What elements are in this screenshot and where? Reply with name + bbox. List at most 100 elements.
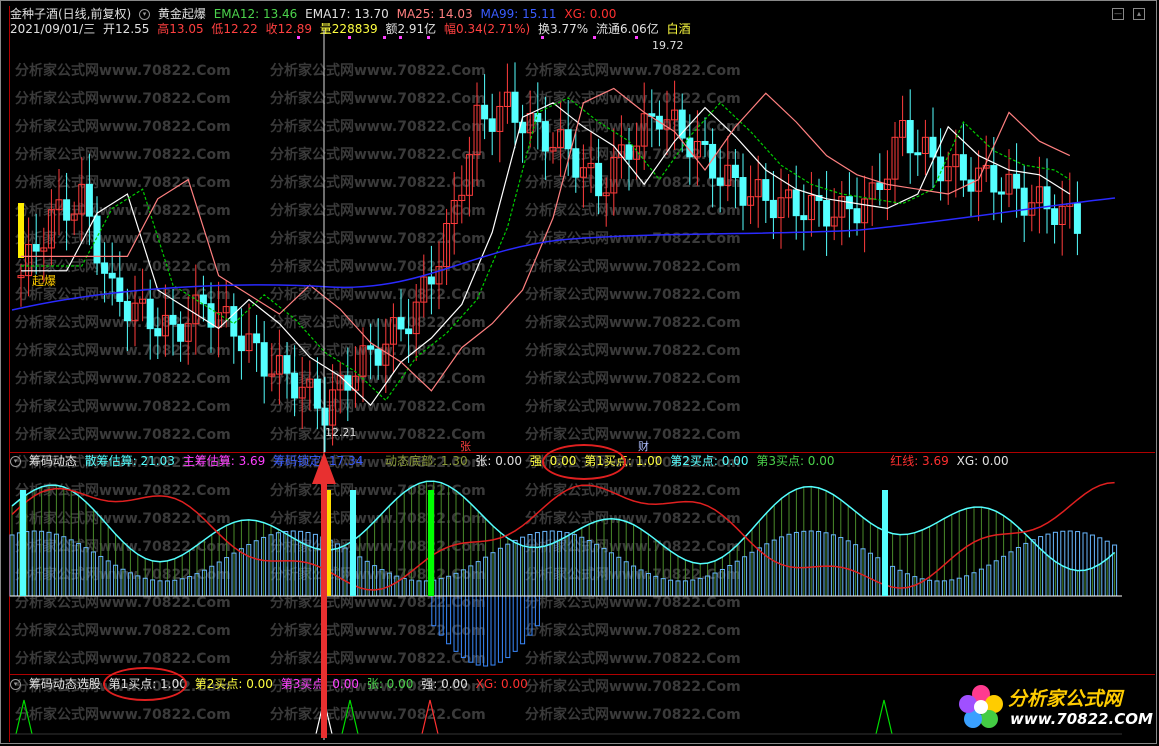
candle-body	[260, 342, 268, 377]
candle-body	[169, 314, 177, 325]
qibao-label: 起爆	[32, 274, 57, 288]
site-logo: 分析家公式网 www.70822.COM	[958, 680, 1153, 734]
candle-body	[405, 328, 413, 335]
candle-body	[108, 272, 116, 279]
candle-body	[769, 199, 777, 219]
candle-body	[32, 244, 40, 252]
watermark-text: 分析家公式网www.70822.Com	[525, 679, 741, 695]
sanchou-value: 散筹估算: 21.03	[84, 454, 175, 468]
chip-negative-bar	[512, 595, 518, 652]
chip-negative-bar	[497, 595, 503, 663]
logo-url: www.70822.COM	[1010, 710, 1153, 728]
panel3-qiang: 强: 0.00	[421, 677, 468, 691]
candle-body	[595, 162, 603, 197]
chip-negative-bar	[527, 595, 533, 636]
candle-body	[291, 372, 299, 399]
candle-body	[101, 262, 109, 274]
hongxian-value: 红线: 3.69	[890, 454, 949, 468]
signal-dot	[635, 36, 638, 39]
chip-highlight-bar	[325, 490, 331, 596]
suoding-value: 筹码锁定: 17.34	[273, 454, 364, 468]
flower-logo-icon	[959, 685, 1003, 728]
candle-body	[511, 91, 519, 123]
chip-highlight-bar	[882, 490, 888, 596]
qibao-candle	[18, 203, 24, 258]
candle-body	[253, 333, 261, 344]
candle-body	[397, 317, 405, 330]
candle-body	[990, 165, 998, 193]
signal-dot	[593, 36, 596, 39]
candle-body	[177, 323, 185, 342]
candle-body	[85, 183, 93, 217]
chip-negative-bar	[460, 595, 466, 659]
panel3-zhang: 张: 0.00	[366, 677, 414, 691]
candle-body	[716, 177, 724, 186]
chip-negative-bar	[520, 595, 526, 645]
logo-name: 分析家公式网	[1008, 688, 1123, 710]
signal-dot	[297, 36, 300, 39]
signal-dot	[427, 36, 430, 39]
candle-body	[154, 328, 162, 337]
candle-body	[678, 109, 686, 139]
candle-body	[237, 335, 245, 352]
chip-chart[interactable]	[0, 470, 1159, 675]
zhuchou-value: 主筹估算: 3.69	[182, 454, 266, 468]
chip-highlight-bar	[20, 490, 26, 596]
chip-negative-bar	[534, 595, 540, 627]
candle-body	[146, 298, 154, 330]
signal-dot	[348, 36, 351, 39]
panel3-collapse-icon[interactable]: ▾	[10, 679, 21, 690]
candle-body	[1043, 186, 1051, 210]
chip-negative-bar	[438, 595, 444, 636]
candle-body	[906, 120, 914, 154]
candle-body	[731, 164, 739, 179]
chip-negative-bar	[505, 595, 511, 659]
signal-triangle	[15, 699, 33, 735]
candle-body	[823, 200, 831, 227]
candle-body	[367, 345, 375, 350]
candle-body	[914, 152, 922, 156]
candle-body	[427, 276, 435, 285]
chip-negative-bar	[490, 595, 496, 666]
chip-red-line	[11, 481, 1115, 591]
candle-body	[959, 154, 967, 181]
panel3-buy3: 第3买点: 0.00	[280, 677, 359, 691]
signal-dot	[541, 36, 544, 39]
price-chart[interactable]	[0, 0, 1159, 452]
signal-triangle	[875, 699, 893, 735]
candle-body	[762, 179, 770, 201]
panel2-collapse-icon[interactable]: ▾	[10, 456, 21, 467]
chip-negative-bar	[431, 595, 437, 627]
zhang-value: 张: 0.00	[475, 454, 522, 468]
chip-highlight-bar	[428, 490, 434, 596]
signal-dot	[383, 36, 386, 39]
candle-body	[876, 182, 884, 191]
panel3-title[interactable]: 筹码动态选股	[29, 677, 101, 691]
candle-body	[321, 407, 329, 426]
signal-triangle	[341, 699, 359, 735]
candle-body	[739, 177, 747, 206]
panel2-xg-value: XG: 0.00	[956, 454, 1009, 468]
chip-negative-bar	[446, 595, 452, 645]
low-price-label: 12.21	[325, 426, 357, 439]
chip-highlight-bar	[350, 490, 356, 596]
buy3-value: 第3买点: 0.00	[756, 454, 835, 468]
panel2-title[interactable]: 筹码动态	[29, 454, 77, 468]
signal-triangle	[315, 699, 333, 735]
candle-body	[1013, 173, 1021, 189]
chip-negative-bar	[483, 595, 489, 667]
candle-body	[792, 189, 800, 217]
chip-top-line	[11, 480, 1116, 572]
candle-body	[481, 104, 489, 120]
candle-body	[572, 148, 580, 178]
candle-body	[63, 199, 71, 221]
candle-body	[283, 355, 291, 374]
candle-body	[116, 277, 124, 302]
chip-negative-bar	[468, 595, 474, 663]
high-price-label: 19.72	[652, 39, 684, 52]
panel2-header: ▾ 筹码动态 散筹估算: 21.03 主筹估算: 3.69 筹码锁定: 17.3…	[10, 453, 1013, 469]
candle-body	[853, 208, 861, 224]
candle-body	[625, 144, 633, 160]
candle-body	[800, 215, 808, 221]
candle-body	[1051, 208, 1059, 225]
